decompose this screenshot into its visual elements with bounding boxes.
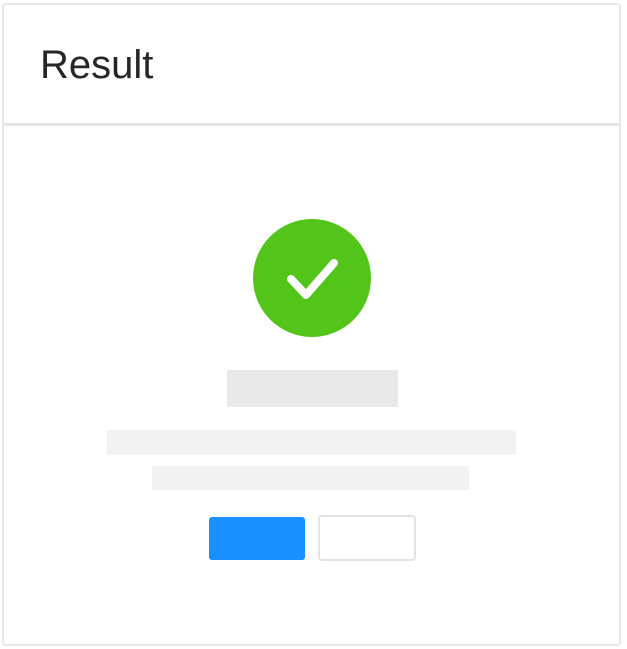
result-title-placeholder [227,370,398,407]
result-subtitle-placeholder-line-2 [152,466,469,490]
card-header: Result [4,5,619,126]
card-title: Result [40,43,154,87]
result-subtitle-placeholder-line-1 [107,430,516,455]
success-circle [253,219,371,337]
secondary-action-button[interactable] [318,515,416,561]
result-card: Result [2,3,621,646]
check-circle-icon [253,219,371,337]
primary-action-button[interactable] [209,517,305,560]
